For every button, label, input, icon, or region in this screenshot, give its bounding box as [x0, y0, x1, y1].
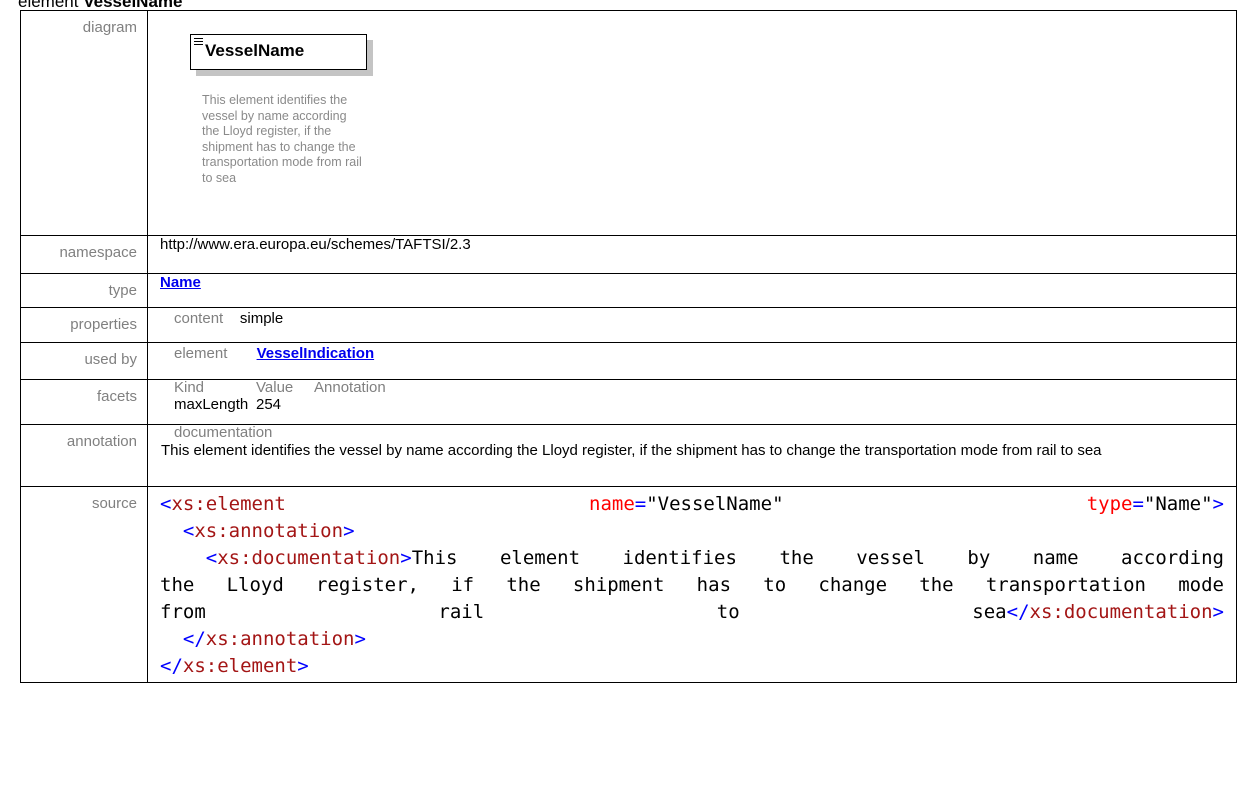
annotation-label: annotation	[20, 424, 148, 487]
annotation-row: annotation documentation This element id…	[20, 424, 1237, 487]
namespace-value: http://www.era.europa.eu/schemes/TAFTSI/…	[147, 235, 1237, 274]
type-label: type	[20, 273, 148, 308]
namespace-label: namespace	[20, 235, 148, 274]
used-by-kind: element	[174, 345, 228, 362]
diagram-documentation: This element identifies the vessel by na…	[202, 93, 462, 186]
properties-label: properties	[20, 307, 148, 343]
source-row: source <xs:element name="VesselName" type=…	[20, 486, 1237, 683]
source-code: <xs:element name="VesselName" type="Name">…	[147, 486, 1237, 683]
diagram-element-box[interactable]: VesselName	[190, 34, 367, 70]
source-line-6: </xs:annotation>	[182, 628, 366, 650]
element-lines-icon	[194, 38, 203, 47]
source-line-2: <xs:annotation>	[182, 520, 355, 542]
used-by-link[interactable]: VesselIndication	[257, 345, 375, 362]
diagram-doc-line: This element identifies the	[202, 93, 348, 107]
diagram-element-name: VesselName	[205, 41, 305, 60]
properties-row: properties content simple	[20, 307, 1237, 343]
diagram-doc-line: shipment has to change the	[202, 139, 356, 154]
properties-key: content	[174, 310, 224, 327]
properties-line: content simple	[160, 308, 1236, 327]
diagram-cell: VesselName This element identifies the v…	[147, 10, 1237, 236]
properties-value: simple	[239, 310, 284, 327]
diagram-doc-line: to sea	[202, 170, 237, 185]
source-line-3: <xs:documentation> This element identifie…	[205, 547, 1224, 569]
source-line-4: the Lloyd register, if the shipment has …	[160, 574, 1224, 596]
diagram-doc-line: the Lloyd register, if the	[202, 124, 332, 138]
source-label: source	[20, 486, 148, 683]
facets-row: facets Kind Value Annotation maxLength 254	[20, 379, 1237, 425]
annotation-text: This element identifies the vessel by na…	[161, 442, 1102, 459]
source-line-7: </xs:element>	[160, 655, 309, 677]
facets-label: facets	[20, 379, 148, 425]
used-by-label: used by	[20, 342, 148, 380]
used-by-row: used by element VesselIndication	[20, 342, 1237, 380]
facets-header-value: Value	[256, 379, 294, 396]
facets-header-annotation: Annotation	[314, 379, 386, 396]
diagram: VesselName This element identifies the v…	[160, 11, 1236, 235]
type-link[interactable]: Name	[160, 274, 201, 291]
type-row: type Name	[20, 273, 1237, 308]
facet-value: 254	[256, 396, 282, 413]
source-line-1: <xs:element name="VesselName" type="Name">	[160, 493, 1224, 515]
annotation-subheading: documentation	[174, 424, 273, 441]
used-by-line: element VesselIndication	[160, 343, 1236, 362]
schema-doc-table: diagram VesselName This element identifi…	[20, 10, 1237, 683]
facets-header: Kind Value Annotation	[160, 380, 1236, 396]
diagram-row: diagram VesselName This element identifi…	[20, 10, 1237, 236]
diagram-doc-line: vessel by name according	[202, 108, 347, 123]
facet-kind: maxLength	[174, 396, 249, 413]
diagram-label: diagram	[20, 10, 148, 236]
facets-data-row: maxLength 254	[160, 396, 1236, 413]
namespace-row: namespace http://www.era.europa.eu/schem…	[20, 235, 1237, 274]
source-line-5: from rail to sea</xs:documentation>	[160, 601, 1224, 623]
facets-header-kind: Kind	[174, 379, 205, 396]
diagram-doc-line: transportation mode from rail	[202, 155, 362, 169]
